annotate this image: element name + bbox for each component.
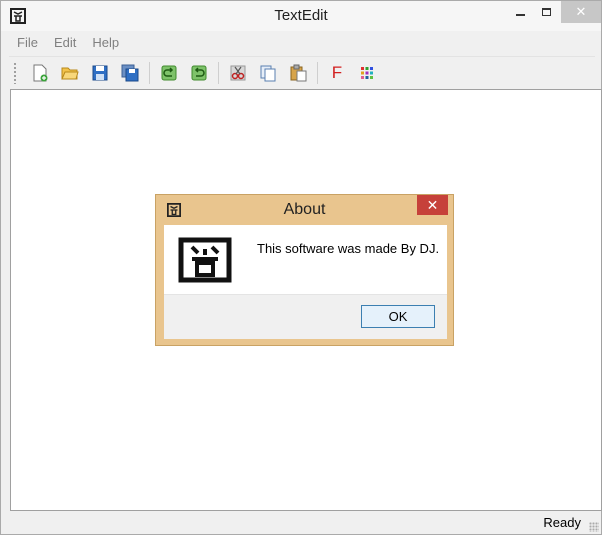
color-icon bbox=[361, 66, 373, 79]
close-button[interactable]: ✕ bbox=[561, 1, 601, 23]
dialog-footer: OK bbox=[164, 294, 447, 339]
title-bar[interactable]: TextEdit ✕ bbox=[1, 1, 601, 31]
close-icon: ✕ bbox=[426, 196, 439, 213]
color-button[interactable] bbox=[352, 60, 382, 86]
font-icon: F bbox=[331, 62, 343, 82]
dialog-close-button[interactable]: ✕ bbox=[417, 195, 448, 215]
toolbar-separator bbox=[149, 61, 150, 84]
close-icon: ✕ bbox=[575, 4, 587, 19]
dialog-title: About bbox=[283, 201, 326, 218]
menu-file[interactable]: File bbox=[9, 33, 46, 53]
minimize-icon bbox=[515, 14, 525, 16]
app-logo-icon bbox=[178, 237, 232, 283]
toolbar: F bbox=[9, 56, 595, 88]
paste-icon bbox=[290, 64, 307, 81]
open-button[interactable] bbox=[55, 60, 85, 86]
open-folder-icon bbox=[61, 67, 79, 79]
new-file-icon bbox=[33, 64, 48, 81]
save-as-button[interactable] bbox=[115, 60, 145, 86]
menu-help[interactable]: Help bbox=[84, 33, 127, 53]
new-file-button[interactable] bbox=[25, 60, 55, 86]
dialog-message: This software was made By DJ. bbox=[257, 241, 440, 256]
status-text: Ready bbox=[543, 515, 581, 530]
ok-button[interactable]: OK bbox=[361, 305, 435, 328]
maximize-button[interactable] bbox=[533, 1, 559, 23]
status-bar: Ready bbox=[9, 512, 601, 534]
cut-icon bbox=[230, 65, 246, 80]
menu-bar: File Edit Help bbox=[9, 33, 127, 53]
save-as-icon bbox=[121, 64, 139, 81]
redo-button[interactable] bbox=[184, 60, 214, 86]
undo-button[interactable] bbox=[154, 60, 184, 86]
save-icon bbox=[92, 65, 108, 80]
menu-edit[interactable]: Edit bbox=[46, 33, 84, 53]
maximize-icon bbox=[541, 8, 551, 16]
minimize-button[interactable] bbox=[507, 1, 533, 23]
resize-grip[interactable] bbox=[589, 522, 599, 532]
paste-button[interactable] bbox=[283, 60, 313, 86]
undo-icon bbox=[161, 65, 177, 80]
cut-button[interactable] bbox=[223, 60, 253, 86]
dialog-body: This software was made By DJ. bbox=[164, 225, 447, 294]
copy-button[interactable] bbox=[253, 60, 283, 86]
save-button[interactable] bbox=[85, 60, 115, 86]
toolbar-grip[interactable] bbox=[13, 61, 17, 84]
about-dialog: About ✕ This software was made By DJ. OK bbox=[155, 194, 454, 346]
copy-icon bbox=[260, 65, 276, 81]
font-button[interactable]: F bbox=[322, 60, 352, 86]
toolbar-separator bbox=[218, 61, 219, 84]
redo-icon bbox=[191, 65, 207, 80]
toolbar-separator bbox=[317, 61, 318, 84]
